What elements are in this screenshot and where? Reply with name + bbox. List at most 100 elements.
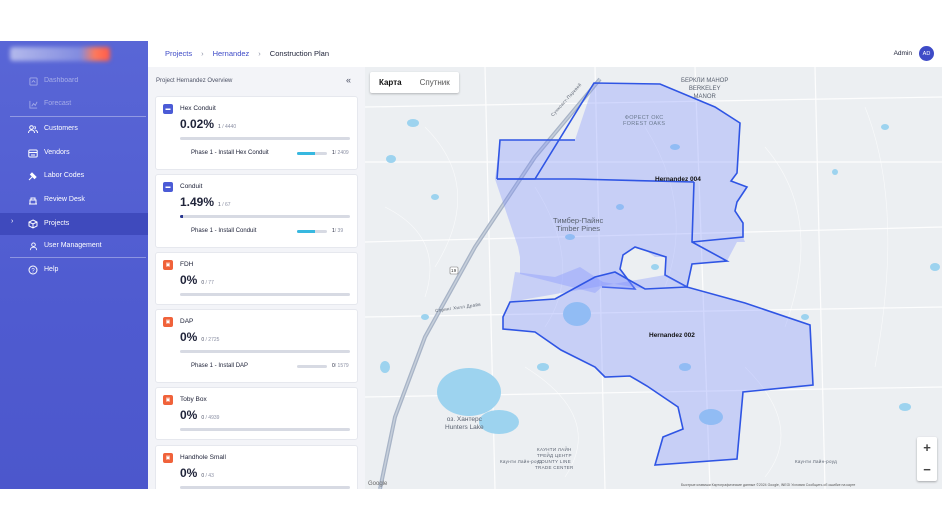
chevron-right-icon: › (11, 218, 14, 225)
conduit-icon: ▬ (163, 182, 173, 192)
sidebar-item-dashboard[interactable]: Dashboard (0, 71, 148, 91)
sidebar-item-label: Dashboard (44, 77, 79, 84)
card-percent: 0% 0 / 77 (180, 273, 214, 287)
breadcrumb-projects[interactable]: Projects (165, 49, 192, 58)
map-tab-satellite[interactable]: Спутник (411, 72, 459, 93)
avatar[interactable]: AD (919, 46, 934, 61)
task-count: 0/ 1579 (332, 363, 349, 369)
user-name: Admin (893, 50, 912, 57)
progress-card-conduit[interactable]: ▬ Conduit 1.49% 1 / 67 Phase 1 - Install … (155, 174, 358, 248)
review-desk-icon (28, 195, 38, 205)
sidebar-item-label: Customers (44, 125, 78, 132)
road-label: Каунти Лайн-роуд (795, 459, 838, 464)
card-progress-bar (180, 137, 350, 140)
progress-card-dap[interactable]: ▣ DAP 0% 0 / 2725 Phase 1 - Install DAP 0… (155, 309, 358, 383)
sidebar-item-label: Projects (44, 220, 70, 227)
task-label: Phase 1 - Install Conduit (191, 228, 257, 234)
labor-codes-icon (28, 171, 38, 181)
panel-title: Project Hernandez Overview (156, 78, 233, 84)
sidebar-item-customers[interactable]: Customers (0, 119, 148, 139)
divider (10, 116, 146, 117)
place-forest-oaks: ФОРЕСТ ОКС FOREST OAKS (623, 115, 666, 127)
progress-fill (297, 230, 315, 233)
route-badge-label: 19 (451, 268, 457, 273)
place-timber-pines: Тимбер-Пайнс Timber Pines (553, 216, 604, 233)
task-progress-bar (297, 365, 327, 368)
sidebar-item-review-desk[interactable]: Review Desk (0, 190, 148, 210)
task-label: Phase 1 - Install Hex Conduit (191, 150, 269, 156)
breadcrumb: Projects › Hernandez › Construction Plan (165, 49, 329, 58)
cube-icon (28, 219, 38, 229)
sidebar-item-label: Review Desk (44, 196, 85, 203)
collapse-panel-button[interactable]: « (346, 75, 351, 85)
card-percent: 0% 0 / 2725 (180, 330, 220, 344)
app-logo[interactable] (10, 47, 110, 61)
hex-conduit-icon: ▬ (163, 104, 173, 114)
card-progress-bar (180, 215, 350, 218)
top-bar: Projects › Hernandez › Construction Plan… (148, 41, 942, 68)
sidebar-item-label: Help (44, 266, 59, 273)
sidebar-item-label: Labor Codes (44, 172, 85, 179)
vendors-icon (28, 148, 38, 158)
dap-icon: ▣ (163, 317, 173, 327)
task-progress-bar (297, 152, 327, 155)
card-progress-bar (180, 350, 350, 353)
zoom-out-button[interactable]: − (917, 459, 937, 481)
divider (10, 257, 146, 258)
card-progress-bar (180, 428, 350, 431)
sidebar-item-help[interactable]: ? Help (0, 260, 148, 280)
place-berkeley-manor: БЕРКЛИ МАНОР BERKELEY MANOR (681, 78, 729, 100)
task-label: Phase 1 - Install DAP (191, 363, 249, 369)
progress-fill (180, 215, 183, 218)
task-progress-bar (297, 230, 327, 233)
card-name: Toby Box (180, 396, 207, 403)
overview-panel: Project Hernandez Overview « ▬ Hex Condu… (148, 67, 365, 489)
sidebar-item-label: User Management (44, 242, 102, 249)
polygon-label-hernandez-002[interactable]: Hernandez 002 (649, 332, 695, 339)
chart-icon (28, 99, 38, 109)
map-tab-map[interactable]: Карта (370, 72, 411, 93)
task-count: 1/ 2409 (332, 150, 349, 156)
card-percent: 0.02% 1 / 4440 (180, 117, 237, 131)
sidebar-item-user-management[interactable]: User Management (0, 236, 148, 256)
card-percent: 0% 0 / 43 (180, 466, 214, 480)
sidebar-item-projects[interactable]: › Projects (0, 213, 148, 235)
place-hunters-lake: оз. Хантерс Hunters Lake (445, 416, 484, 431)
breadcrumb-separator: › (258, 49, 261, 58)
task-count: 1/ 39 (332, 228, 344, 234)
toby-box-icon: ▣ (163, 395, 173, 405)
map-type-toggle[interactable]: Карта Спутник (370, 72, 459, 93)
card-percent: 0% 0 / 4939 (180, 408, 220, 422)
sidebar-item-label: Forecast (44, 100, 72, 107)
card-name: FDH (180, 261, 194, 268)
card-progress-bar (180, 486, 350, 489)
sidebar-item-label: Vendors (44, 149, 70, 156)
polygon-label-hernandez-004[interactable]: Hernandez 004 (655, 176, 701, 183)
help-icon: ? (28, 265, 38, 275)
zoom-controls: + − (917, 437, 937, 481)
map-attribution[interactable]: Быстрые клавиши Картографические данные … (681, 483, 855, 487)
card-name: Conduit (180, 183, 203, 190)
dashboard-icon (28, 76, 38, 86)
card-progress-bar (180, 293, 350, 296)
progress-card-hex-conduit[interactable]: ▬ Hex Conduit 0.02% 1 / 4440 Phase 1 - In… (155, 96, 358, 170)
sidebar-item-labor-codes[interactable]: Labor Codes (0, 166, 148, 186)
fdh-icon: ▣ (163, 260, 173, 270)
card-name: DAP (180, 318, 194, 325)
breadcrumb-current: Construction Plan (269, 49, 329, 58)
map-view[interactable]: Google Карта Спутник 19 БЕРКЛИ МАНОР BER… (365, 67, 942, 489)
progress-card-fdh[interactable]: ▣ FDH 0% 0 / 77 (155, 252, 358, 305)
breadcrumb-hernandez[interactable]: Hernandez (213, 49, 250, 58)
sidebar-item-forecast[interactable]: Forecast (0, 94, 148, 114)
google-logo: Google (368, 481, 388, 487)
card-percent: 1.49% 1 / 67 (180, 195, 231, 209)
card-name: Handhole Small (180, 454, 226, 461)
user-menu[interactable]: Admin AD (894, 46, 934, 61)
breadcrumb-separator: › (201, 49, 204, 58)
sidebar-item-vendors[interactable]: Vendors (0, 143, 148, 163)
road-label: Каунти Лайн-роуд (500, 459, 543, 464)
progress-card-handhole-small[interactable]: ▣ Handhole Small 0% 0 / 43 (155, 445, 358, 489)
sidebar: Dashboard Forecast Customers Vendors Lab… (0, 41, 148, 489)
zoom-in-button[interactable]: + (917, 437, 937, 459)
progress-card-toby-box[interactable]: ▣ Toby Box 0% 0 / 4939 (155, 387, 358, 440)
